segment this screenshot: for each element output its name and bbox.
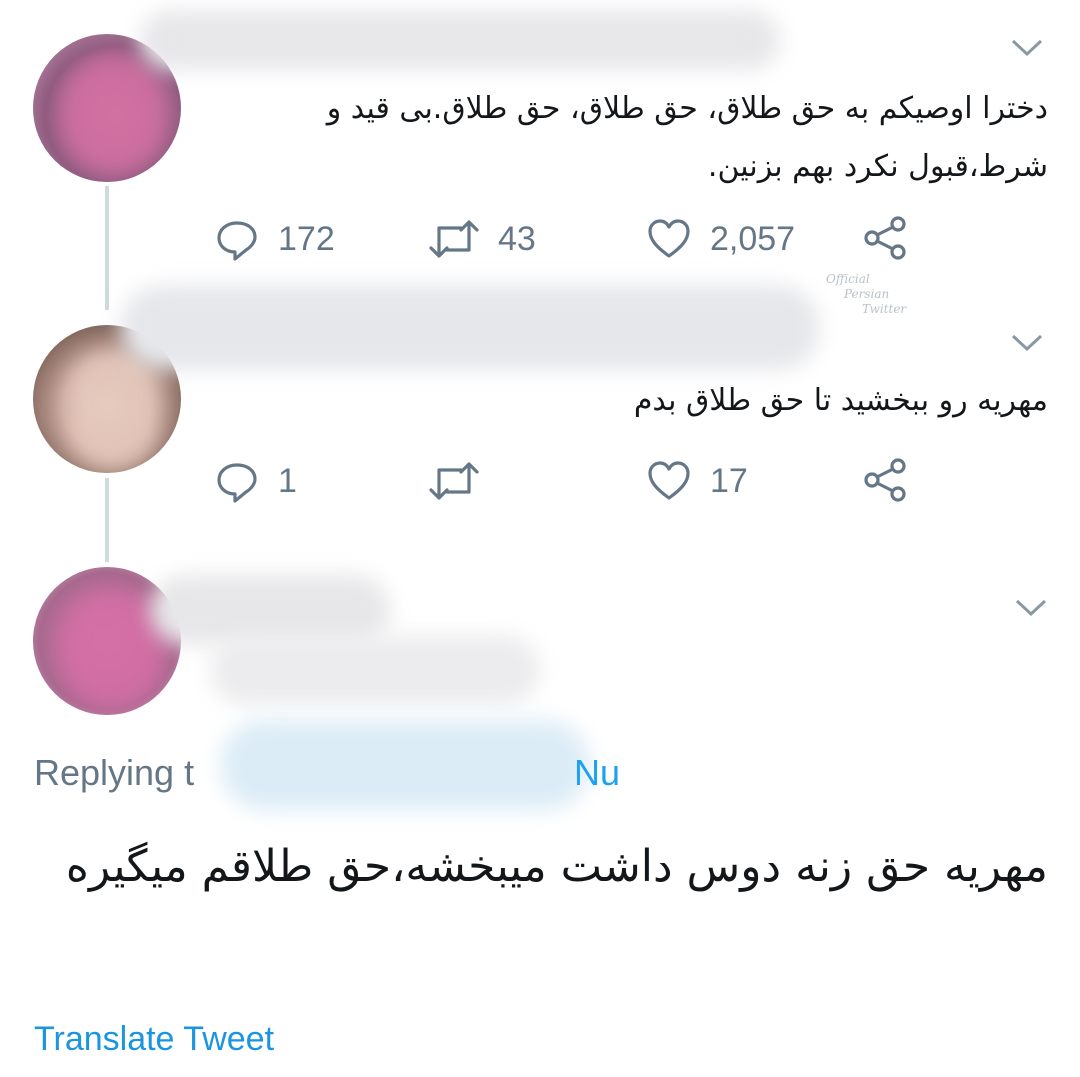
- reply-icon: [217, 463, 257, 503]
- chevron-down-icon[interactable]: [1010, 38, 1044, 58]
- like-button[interactable]: 2,057: [646, 216, 795, 262]
- share-icon: [864, 458, 906, 502]
- chevron-down-icon[interactable]: [1010, 333, 1044, 353]
- watermark-line: Official: [826, 272, 870, 286]
- replying-to-label: Replying t: [34, 752, 195, 793]
- replying-to: Replying t: [34, 752, 194, 794]
- like-count: 17: [710, 461, 748, 500]
- avatar-redaction: [63, 592, 163, 712]
- tweet-text: دخترا اوصیکم به حق طلاق، حق طلاق، حق طلا…: [326, 91, 1048, 184]
- mention-link[interactable]: Nu: [574, 752, 620, 794]
- chevron-down-icon[interactable]: [1014, 598, 1048, 618]
- watermark-line: Persian: [844, 287, 890, 301]
- reply-button[interactable]: 172: [214, 216, 335, 262]
- share-button[interactable]: [862, 457, 908, 503]
- watermark: Official Persian Twitter: [826, 272, 906, 317]
- like-icon: [648, 461, 690, 500]
- reply-count: 1: [278, 461, 297, 500]
- mention-redaction[interactable]: [220, 720, 590, 810]
- reply-icon: [217, 221, 257, 261]
- retweet-count: 43: [498, 219, 536, 258]
- like-button[interactable]: 17: [646, 458, 748, 504]
- retweet-icon: [429, 220, 479, 258]
- retweet-button[interactable]: 43: [428, 216, 536, 262]
- retweet-button[interactable]: [428, 458, 498, 504]
- like-icon: [648, 219, 690, 258]
- tweet-text: مهریه رو ببخشید تا حق طلاق بدم: [633, 383, 1048, 418]
- username-redaction: [120, 285, 820, 370]
- reply-button[interactable]: 1: [214, 458, 297, 504]
- thread-line-1: [105, 186, 109, 310]
- main-tweet-text: مهریه حق زنه دوس داشت میبخشه،حق طلاقم می…: [65, 841, 1048, 892]
- avatar-redaction: [68, 350, 158, 470]
- avatar-redaction: [63, 54, 163, 174]
- username-redaction: [140, 10, 780, 70]
- reply-count: 172: [278, 219, 335, 258]
- share-button[interactable]: [862, 215, 908, 261]
- handle-redaction: [210, 635, 540, 705]
- watermark-line: Twitter: [862, 302, 907, 316]
- like-count: 2,057: [710, 219, 796, 258]
- translate-tweet-link[interactable]: Translate Tweet: [34, 1020, 274, 1059]
- retweet-icon: [429, 462, 479, 500]
- share-icon: [864, 216, 906, 260]
- thread-line-2: [105, 478, 109, 562]
